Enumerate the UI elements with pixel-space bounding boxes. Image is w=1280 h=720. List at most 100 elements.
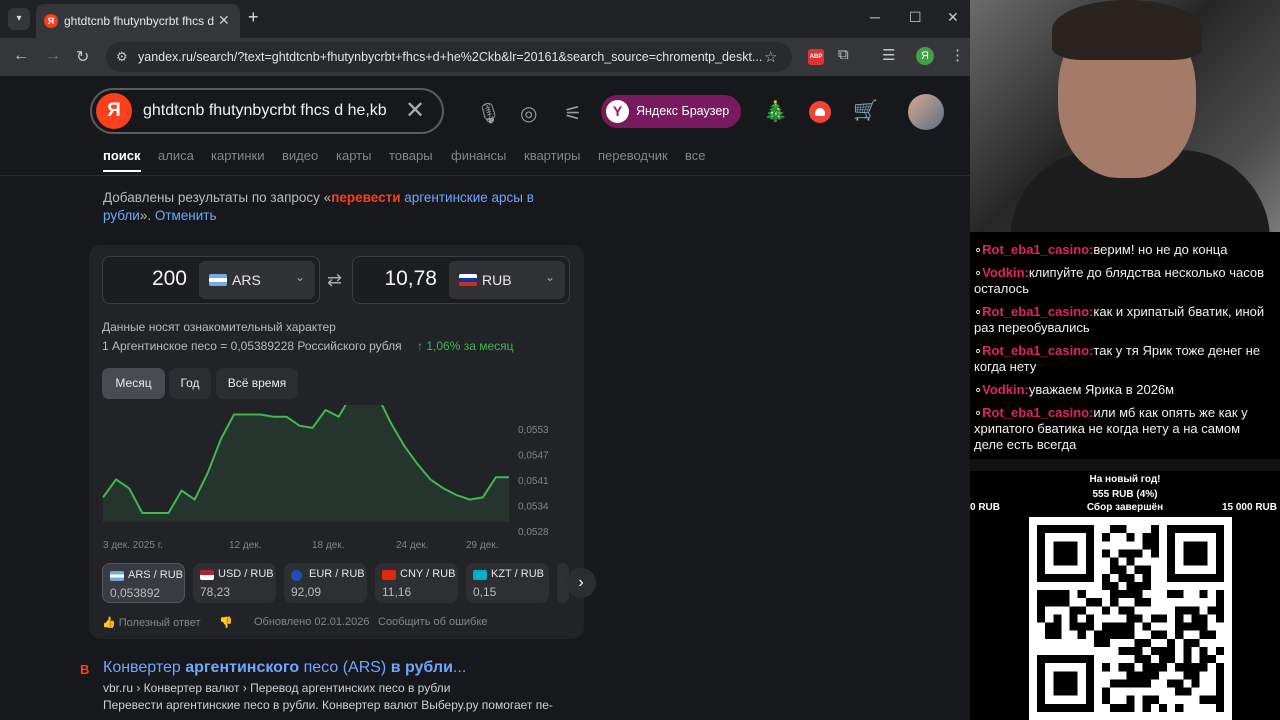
camera-search-icon[interactable]: ◎ [520, 101, 537, 126]
pair-cny-rub[interactable]: CNY / RUB 11,16 [375, 563, 458, 603]
christmas-tree-icon[interactable]: 🎄 [763, 99, 788, 124]
qr-module [1199, 630, 1208, 639]
qr-module [1085, 614, 1094, 623]
new-tab-icon[interactable]: + [248, 7, 259, 28]
to-currency-select[interactable]: RUB ⌄ [449, 261, 565, 299]
tab-alice[interactable]: алиса [158, 148, 194, 163]
filters-icon[interactable]: ⚟ [564, 101, 582, 126]
result-path[interactable]: vbr.ru › Конвертер валют › Перевод арген… [103, 681, 450, 695]
yandex-browser-promo-button[interactable]: Y Яндекс Браузер [601, 95, 741, 128]
profile-avatar[interactable]: Я [916, 47, 934, 65]
period-all-button[interactable]: Всё время [216, 368, 298, 399]
qr-module [1215, 703, 1224, 712]
pair-eur-rub[interactable]: EUR / RUB 92,09 [284, 563, 367, 603]
clear-search-icon[interactable]: ✕ [405, 96, 425, 125]
qr-module [1102, 638, 1111, 647]
tab-close-icon[interactable]: ✕ [218, 12, 230, 29]
chevron-down-icon: ⌄ [295, 270, 306, 284]
qr-finder [1037, 655, 1094, 664]
tab-apartments[interactable]: квартиры [524, 148, 580, 163]
note-highlight[interactable]: перевести [331, 190, 400, 205]
bookmark-star-icon[interactable]: ☆ [764, 48, 777, 66]
qr-module [1061, 598, 1070, 607]
qr-module [1167, 646, 1176, 656]
browser-menu-icon[interactable]: ⋮ [950, 46, 965, 64]
tab-bar: ▾ Я ghtdtcnb fhutynbycrbt fhcs d he,kb ✕… [0, 0, 970, 38]
reading-list-icon[interactable]: ☰ [882, 46, 895, 64]
minimize-icon[interactable]: ─ [870, 9, 880, 25]
helpful-answer[interactable]: 👍 Полезный ответ [102, 616, 201, 629]
usa-flag-icon [200, 570, 214, 580]
qr-module [1142, 695, 1151, 704]
user-avatar[interactable] [908, 94, 944, 130]
tab-maps[interactable]: карты [336, 148, 371, 163]
tab-search[interactable]: поиск [103, 148, 141, 163]
address-bar[interactable]: ⚙ yandex.ru/search/?text=ghtdtcnb+fhutyn… [106, 42, 792, 72]
tab-search-icon[interactable]: ▾ [8, 8, 30, 30]
chat-text: верим! но не до конца [1093, 242, 1228, 257]
result-title-link[interactable]: Конвертер аргентинского песо (ARS) в руб… [103, 659, 466, 677]
tab-video[interactable]: видео [282, 148, 318, 163]
qr-module [1118, 590, 1127, 599]
qr-module [1110, 622, 1119, 631]
to-amount-box[interactable]: 10,78 RUB ⌄ [352, 256, 570, 304]
qr-module [1126, 549, 1135, 558]
search-input[interactable]: ghtdtcnb fhutynbycrbt fhcs d he,kb [143, 102, 387, 120]
qr-module [1126, 679, 1135, 688]
swap-currencies-icon[interactable]: ⇄ [327, 270, 342, 291]
qr-module [1215, 598, 1224, 607]
qr-module [1150, 525, 1159, 534]
pair-ars-rub[interactable]: ARS / RUB 0,053892 [102, 563, 185, 603]
from-amount-input[interactable]: 200 [152, 267, 187, 291]
donation-qr-code [1029, 517, 1232, 720]
adblock-extension-icon[interactable]: ABP [808, 49, 824, 65]
qr-module [1053, 622, 1062, 631]
extensions-icon[interactable]: ⧉ [838, 46, 849, 63]
back-icon[interactable]: ← [13, 47, 29, 65]
reload-icon[interactable]: ↻ [76, 47, 89, 67]
rate-chart[interactable]: 0,0553 0,0547 0,0541 0,0534 0,0528 3 дек. 202… [101, 405, 571, 555]
tab-products[interactable]: товары [389, 148, 433, 163]
tab-images[interactable]: картинки [211, 148, 265, 163]
qr-module [1215, 590, 1224, 599]
forward-icon[interactable]: → [45, 47, 61, 65]
to-amount-input[interactable]: 10,78 [384, 267, 437, 291]
url-text[interactable]: yandex.ru/search/?text=ghtdtcnb+fhutynby… [138, 50, 762, 64]
next-pairs-chevron-right-icon[interactable]: › [566, 568, 596, 598]
qr-module [1102, 533, 1111, 542]
period-year-button[interactable]: Год [169, 368, 211, 399]
qr-module [1175, 622, 1184, 631]
yandex-logo[interactable]: Я [96, 93, 132, 129]
pair-usd-rub[interactable]: USD / RUB 78,23 [193, 563, 276, 603]
chat-message: ∘Rot_eba1_casino:как и хрипатый бватик, … [974, 304, 1265, 335]
from-amount-box[interactable]: 200 ARS ⌄ [102, 256, 320, 304]
qr-finder [1167, 525, 1176, 582]
microphone-icon[interactable]: 🎙 [476, 101, 501, 126]
qr-module [1150, 695, 1159, 704]
cart-icon[interactable]: 🛒 [853, 98, 878, 123]
notifications-icon[interactable] [809, 101, 831, 123]
tab-all[interactable]: все [685, 148, 706, 163]
tab-translator[interactable]: переводчик [598, 148, 668, 163]
qr-module [1215, 687, 1224, 696]
goal-title: На новый год! [1089, 474, 1161, 485]
maximize-icon[interactable]: ☐ [909, 9, 922, 26]
qr-module [1215, 646, 1224, 656]
tab-active[interactable]: Я ghtdtcnb fhutynbycrbt fhcs d he,kb ✕ [36, 4, 240, 38]
qr-module [1126, 557, 1135, 566]
window-close-icon[interactable]: ✕ [947, 9, 959, 26]
from-currency-select[interactable]: ARS ⌄ [199, 261, 315, 299]
qr-module [1134, 679, 1143, 688]
period-month-button[interactable]: Месяц [102, 368, 165, 399]
report-error-link[interactable]: Сообщить об ошибке [378, 616, 487, 628]
site-info-icon[interactable]: ⚙ [116, 49, 128, 65]
qr-module [1207, 630, 1216, 639]
thumbs-down-icon[interactable]: 👎 [219, 616, 233, 629]
search-box[interactable]: Я ghtdtcnb fhutynbycrbt fhcs d he,kb ✕ [90, 88, 444, 134]
cancel-correction-link[interactable]: Отменить [155, 208, 217, 223]
qr-module [1110, 703, 1119, 712]
qr-module [1069, 622, 1078, 631]
chat-text: уважаем Ярика в 2026м [1028, 382, 1175, 397]
tab-finance[interactable]: финансы [451, 148, 506, 163]
pair-kzt-rub[interactable]: KZT / RUB 0,15 [466, 563, 549, 603]
